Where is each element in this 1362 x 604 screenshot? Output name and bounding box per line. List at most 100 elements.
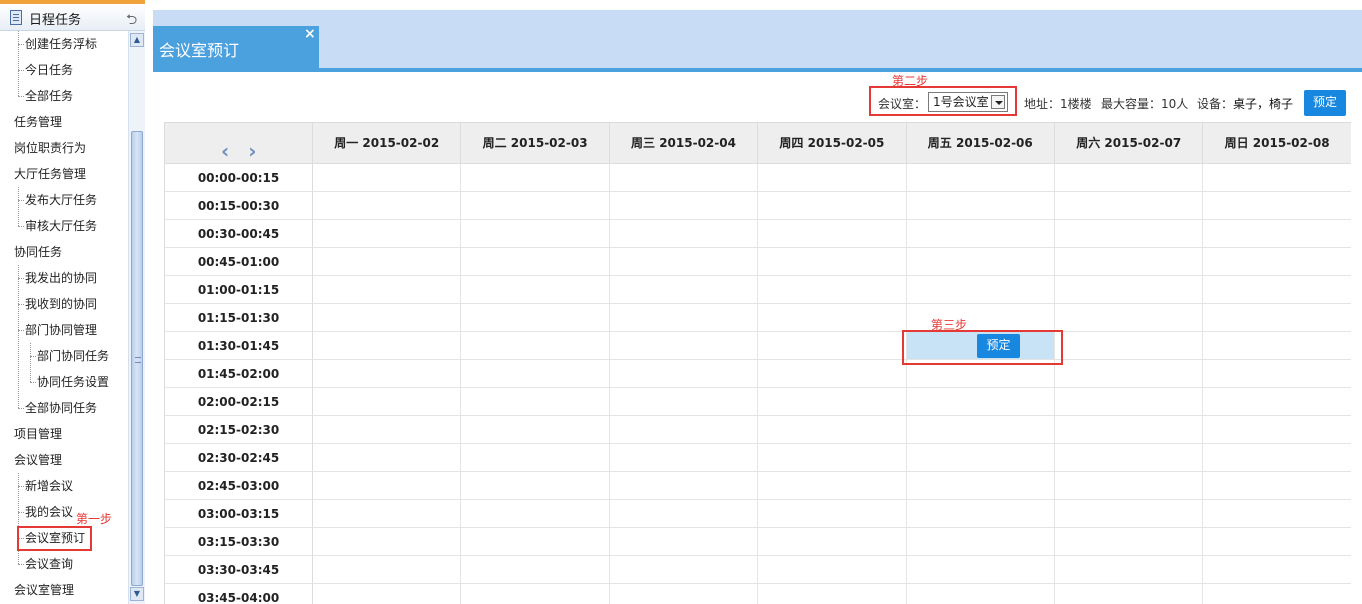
calendar-cell[interactable]	[1055, 388, 1204, 416]
calendar-cell[interactable]	[1203, 556, 1351, 584]
calendar-cell[interactable]	[906, 388, 1055, 416]
calendar-cell[interactable]	[461, 360, 610, 388]
sidebar-item[interactable]: 岗位职责行为	[14, 135, 86, 161]
calendar-cell[interactable]	[1055, 192, 1204, 220]
calendar-cell[interactable]	[1055, 360, 1204, 388]
calendar-cell[interactable]	[906, 444, 1055, 472]
sidebar-item[interactable]: 大厅任务管理	[14, 161, 86, 187]
calendar-cell[interactable]	[461, 500, 610, 528]
calendar-cell[interactable]	[758, 276, 907, 304]
calendar-cell[interactable]	[758, 472, 907, 500]
sidebar-item[interactable]: 我的会议	[25, 499, 73, 525]
calendar-cell[interactable]	[1055, 500, 1204, 528]
calendar-cell[interactable]	[461, 528, 610, 556]
calendar-cell[interactable]	[1203, 500, 1351, 528]
calendar-cell[interactable]	[1203, 444, 1351, 472]
calendar-cell[interactable]	[906, 472, 1055, 500]
sidebar-scrollbar[interactable]: ▲ ▼	[128, 31, 145, 604]
calendar-cell[interactable]	[906, 304, 1055, 332]
sidebar-item[interactable]: 今日任务	[25, 57, 73, 83]
calendar-cell[interactable]	[313, 332, 462, 360]
calendar-cell[interactable]	[758, 500, 907, 528]
calendar-cell[interactable]	[313, 192, 462, 220]
sidebar-item[interactable]: 会议管理	[14, 447, 62, 473]
scrollbar-thumb[interactable]	[131, 131, 143, 586]
calendar-cell[interactable]	[1203, 248, 1351, 276]
calendar-cell[interactable]	[609, 416, 759, 444]
calendar-cell[interactable]	[906, 248, 1055, 276]
sidebar-item[interactable]: 我收到的协同	[25, 291, 97, 317]
calendar-cell[interactable]	[906, 164, 1055, 192]
calendar-cell[interactable]	[906, 192, 1055, 220]
calendar-cell[interactable]	[313, 304, 462, 332]
calendar-cell[interactable]	[609, 360, 759, 388]
calendar-cell[interactable]	[461, 472, 610, 500]
calendar-cell[interactable]	[609, 472, 759, 500]
calendar-cell[interactable]	[1055, 220, 1204, 248]
calendar-cell[interactable]	[313, 556, 462, 584]
calendar-cell[interactable]	[461, 220, 610, 248]
calendar-cell[interactable]	[758, 248, 907, 276]
calendar-cell[interactable]	[758, 360, 907, 388]
room-select[interactable]: 1号会议室	[928, 92, 1008, 112]
calendar-cell[interactable]	[609, 556, 759, 584]
calendar-cell[interactable]	[1203, 164, 1351, 192]
calendar-cell[interactable]	[906, 220, 1055, 248]
calendar-cell[interactable]	[461, 416, 610, 444]
calendar-cell[interactable]	[461, 164, 610, 192]
calendar-cell[interactable]	[906, 528, 1055, 556]
calendar-cell[interactable]	[1203, 276, 1351, 304]
sidebar-item[interactable]: 项目管理	[14, 421, 62, 447]
calendar-cell[interactable]	[907, 584, 1055, 604]
calendar-cell[interactable]	[313, 220, 462, 248]
sidebar-item[interactable]: 新增会议	[25, 473, 73, 499]
sidebar-item[interactable]: 审核大厅任务	[25, 213, 97, 239]
calendar-cell[interactable]	[313, 360, 462, 388]
calendar-cell[interactable]	[313, 248, 462, 276]
calendar-cell[interactable]	[313, 500, 462, 528]
calendar-cell[interactable]	[461, 388, 610, 416]
calendar-cell[interactable]	[1055, 444, 1204, 472]
calendar-cell[interactable]	[758, 304, 907, 332]
calendar-cell[interactable]	[1203, 472, 1351, 500]
calendar-cell[interactable]	[758, 192, 907, 220]
calendar-cell[interactable]	[758, 416, 907, 444]
calendar-cell[interactable]	[609, 332, 759, 360]
calendar-cell[interactable]	[609, 276, 759, 304]
cell-book-button[interactable]: 预定	[977, 334, 1020, 358]
calendar-cell[interactable]	[758, 556, 907, 584]
sidebar-item[interactable]: 会议室管理	[14, 577, 74, 603]
calendar-cell[interactable]	[1055, 304, 1204, 332]
calendar-cell[interactable]	[758, 388, 907, 416]
calendar-cell[interactable]	[1055, 164, 1204, 192]
collapse-arrow-icon[interactable]: ⮌	[126, 9, 137, 33]
calendar-cell[interactable]	[609, 500, 759, 528]
calendar-cell[interactable]	[1055, 276, 1204, 304]
calendar-cell[interactable]	[461, 304, 610, 332]
sidebar-item[interactable]: 全部协同任务	[25, 395, 97, 421]
scroll-up-icon[interactable]: ▲	[130, 33, 144, 47]
calendar-cell[interactable]	[758, 220, 907, 248]
calendar-cell[interactable]	[609, 220, 759, 248]
calendar-cell[interactable]	[1203, 584, 1351, 604]
calendar-cell[interactable]	[609, 164, 759, 192]
sidebar-panel-header[interactable]: 日程任务 ⮌	[0, 4, 145, 31]
calendar-cell[interactable]	[758, 444, 907, 472]
sidebar-item[interactable]: 我发出的协同	[25, 265, 97, 291]
calendar-cell[interactable]	[461, 444, 610, 472]
calendar-cell[interactable]	[609, 388, 759, 416]
calendar-cell[interactable]	[461, 192, 610, 220]
sidebar-item[interactable]: 部门协同管理	[25, 317, 97, 343]
calendar-cell[interactable]	[313, 416, 462, 444]
sidebar-item[interactable]: 任务管理	[14, 109, 62, 135]
calendar-cell[interactable]	[758, 164, 907, 192]
calendar-cell[interactable]	[758, 332, 907, 360]
calendar-cell[interactable]	[1203, 220, 1351, 248]
calendar-cell[interactable]	[609, 248, 759, 276]
calendar-cell[interactable]	[313, 276, 462, 304]
calendar-cell[interactable]	[1055, 528, 1204, 556]
calendar-cell[interactable]	[313, 472, 462, 500]
calendar-cell[interactable]	[461, 556, 610, 584]
calendar-cell[interactable]	[609, 192, 759, 220]
calendar-cell[interactable]	[609, 304, 759, 332]
